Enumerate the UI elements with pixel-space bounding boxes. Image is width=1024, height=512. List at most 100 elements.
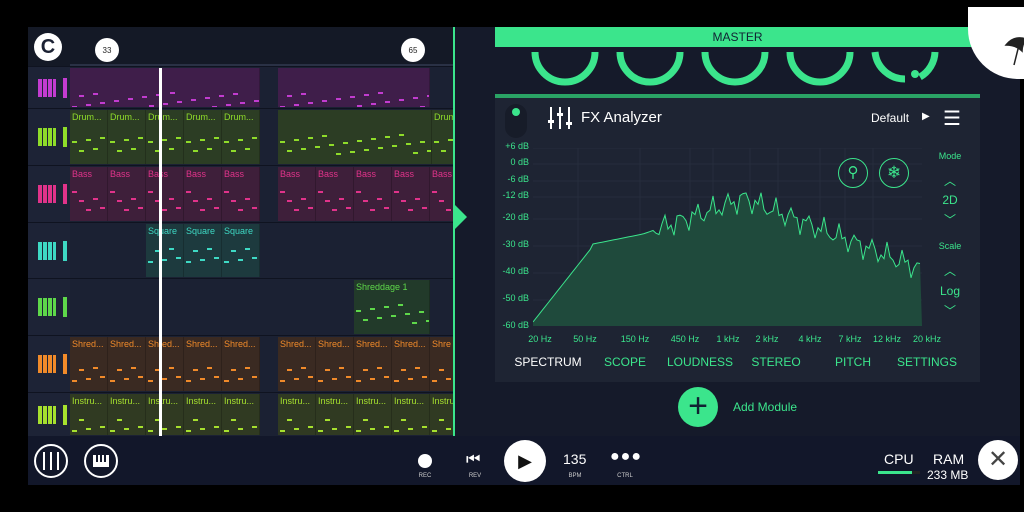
track-piano-purple[interactable] [28,66,455,108]
expand-arrow-icon[interactable] [455,205,467,229]
zoom-icon[interactable]: ⚲ [838,158,868,188]
clip[interactable]: Drum... [70,110,108,164]
clip[interactable]: Instru... [222,394,260,435]
fl-logo[interactable] [968,7,1024,79]
track-shred[interactable]: Shred... Shred... Shred... Shred... Shred...… [28,335,455,392]
clip[interactable]: Shred... [108,337,146,391]
clip[interactable]: Square [146,224,184,277]
clip[interactable]: Shred... [392,337,430,391]
clip[interactable]: Instru... [278,394,316,435]
knob-1 [531,51,599,86]
clip[interactable]: Bass [108,167,146,221]
clip[interactable]: Square [184,224,222,277]
clip[interactable]: Shred... [222,337,260,391]
clip[interactable]: Shre [430,337,455,391]
record-button[interactable] [418,454,432,468]
track-shreddage[interactable]: Shreddage 1 [28,278,455,335]
clip[interactable]: Bass [184,167,222,221]
clip[interactable] [278,68,430,107]
playlist[interactable]: C 33 65 Drum... Drum... Drum... Drum... Drum… [28,27,455,436]
track-header[interactable] [28,393,70,436]
clip[interactable]: Instru... [392,394,430,435]
track-bass[interactable]: Bass Bass Bass Bass Bass Bass Bass Bass Bass Bass [28,165,455,222]
piano-button[interactable] [84,444,118,478]
clip[interactable]: Shred... [70,337,108,391]
scale-value[interactable]: Log [935,284,965,298]
scale-down-icon[interactable]: ﹀ [939,302,961,319]
mode-down-icon[interactable]: ﹀ [939,211,961,228]
bpm-value[interactable]: 135 [563,451,586,467]
tab-settings[interactable]: SETTINGS [897,355,957,369]
track-header[interactable] [28,336,70,392]
freeze-snowflake-icon[interactable]: ❄ [879,158,909,188]
timeline-ruler[interactable]: C 33 65 [28,27,455,66]
clip[interactable]: Instru... [354,394,392,435]
tab-stereo[interactable]: STEREO [751,355,800,369]
rewind-button[interactable]: ⏮ [466,451,480,469]
tab-spectrum[interactable]: SPECTRUM [514,355,581,369]
track-drums[interactable]: Drum... Drum... Drum... Drum... Drum... Drum [28,108,455,165]
clip[interactable]: Bass [392,167,430,221]
track-header[interactable] [28,223,70,278]
clip[interactable]: Bass [354,167,392,221]
track-instru[interactable]: Instru... Instru... Instru... Instru... Inst… [28,392,455,436]
master-knobs[interactable] [495,47,980,97]
clip[interactable]: Drum [432,110,455,164]
hz-label: 50 Hz [573,334,597,344]
tab-loudness[interactable]: LOUDNESS [667,355,733,369]
clip[interactable]: Instru [430,394,455,435]
preset-name[interactable]: Default [871,111,909,125]
clip[interactable]: Bass [222,167,260,221]
instrument-icon [38,298,56,316]
master-header[interactable]: MASTER [495,27,980,47]
ctrl-dots-icon[interactable]: ●●● [610,448,642,466]
mode-value[interactable]: 2D [939,193,961,207]
clip[interactable]: Square [222,224,260,277]
playhead[interactable] [159,68,162,436]
track-header[interactable] [28,279,70,335]
clip[interactable]: Bass [316,167,354,221]
marker-33[interactable]: 33 [95,38,119,62]
clip[interactable]: Bass [70,167,108,221]
clip[interactable]: Instru... [316,394,354,435]
mixer-button[interactable] [34,444,68,478]
clip[interactable]: Shred... [146,337,184,391]
clip[interactable]: Drum... [222,110,260,164]
clip[interactable]: Bass [430,167,455,221]
tab-scope[interactable]: SCOPE [604,355,646,369]
add-module-label[interactable]: Add Module [733,400,797,414]
track-square[interactable]: Square Square Square [28,222,455,278]
clip[interactable]: Bass [146,167,184,221]
menu-icon[interactable]: ☰ [943,106,961,131]
clip[interactable]: Shred... [184,337,222,391]
close-button[interactable]: ✕ [978,440,1018,480]
track-header[interactable] [28,67,70,108]
clip[interactable]: Instru... [108,394,146,435]
knob-2 [616,51,684,86]
preset-next-icon[interactable]: ▶ [922,111,930,122]
clip[interactable] [70,68,260,107]
clip[interactable]: Drum... [108,110,146,164]
clip[interactable] [278,110,432,164]
clip[interactable]: Drum... [146,110,184,164]
clip[interactable]: Bass [278,167,316,221]
clip[interactable]: Instru... [184,394,222,435]
clip[interactable]: Shred... [354,337,392,391]
marker-65[interactable]: 65 [401,38,425,62]
play-button[interactable]: ▶ [504,440,546,482]
scale-up-icon[interactable]: ︿ [939,262,961,279]
clip[interactable]: Instru... [146,394,184,435]
clip[interactable]: Drum... [184,110,222,164]
clip[interactable]: Shred... [316,337,354,391]
mode-up-icon[interactable]: ︿ [939,172,961,189]
clip-notes [432,419,451,432]
magnet-snap-icon[interactable]: C [34,33,62,61]
clip[interactable]: Shreddage 1 [354,280,430,334]
clip[interactable]: Shred... [278,337,316,391]
add-module-button[interactable]: + [678,387,718,427]
tab-pitch[interactable]: PITCH [835,355,871,369]
clip[interactable]: Instru... [70,394,108,435]
power-toggle[interactable] [505,104,527,138]
track-header[interactable] [28,166,70,222]
track-header[interactable] [28,109,70,165]
